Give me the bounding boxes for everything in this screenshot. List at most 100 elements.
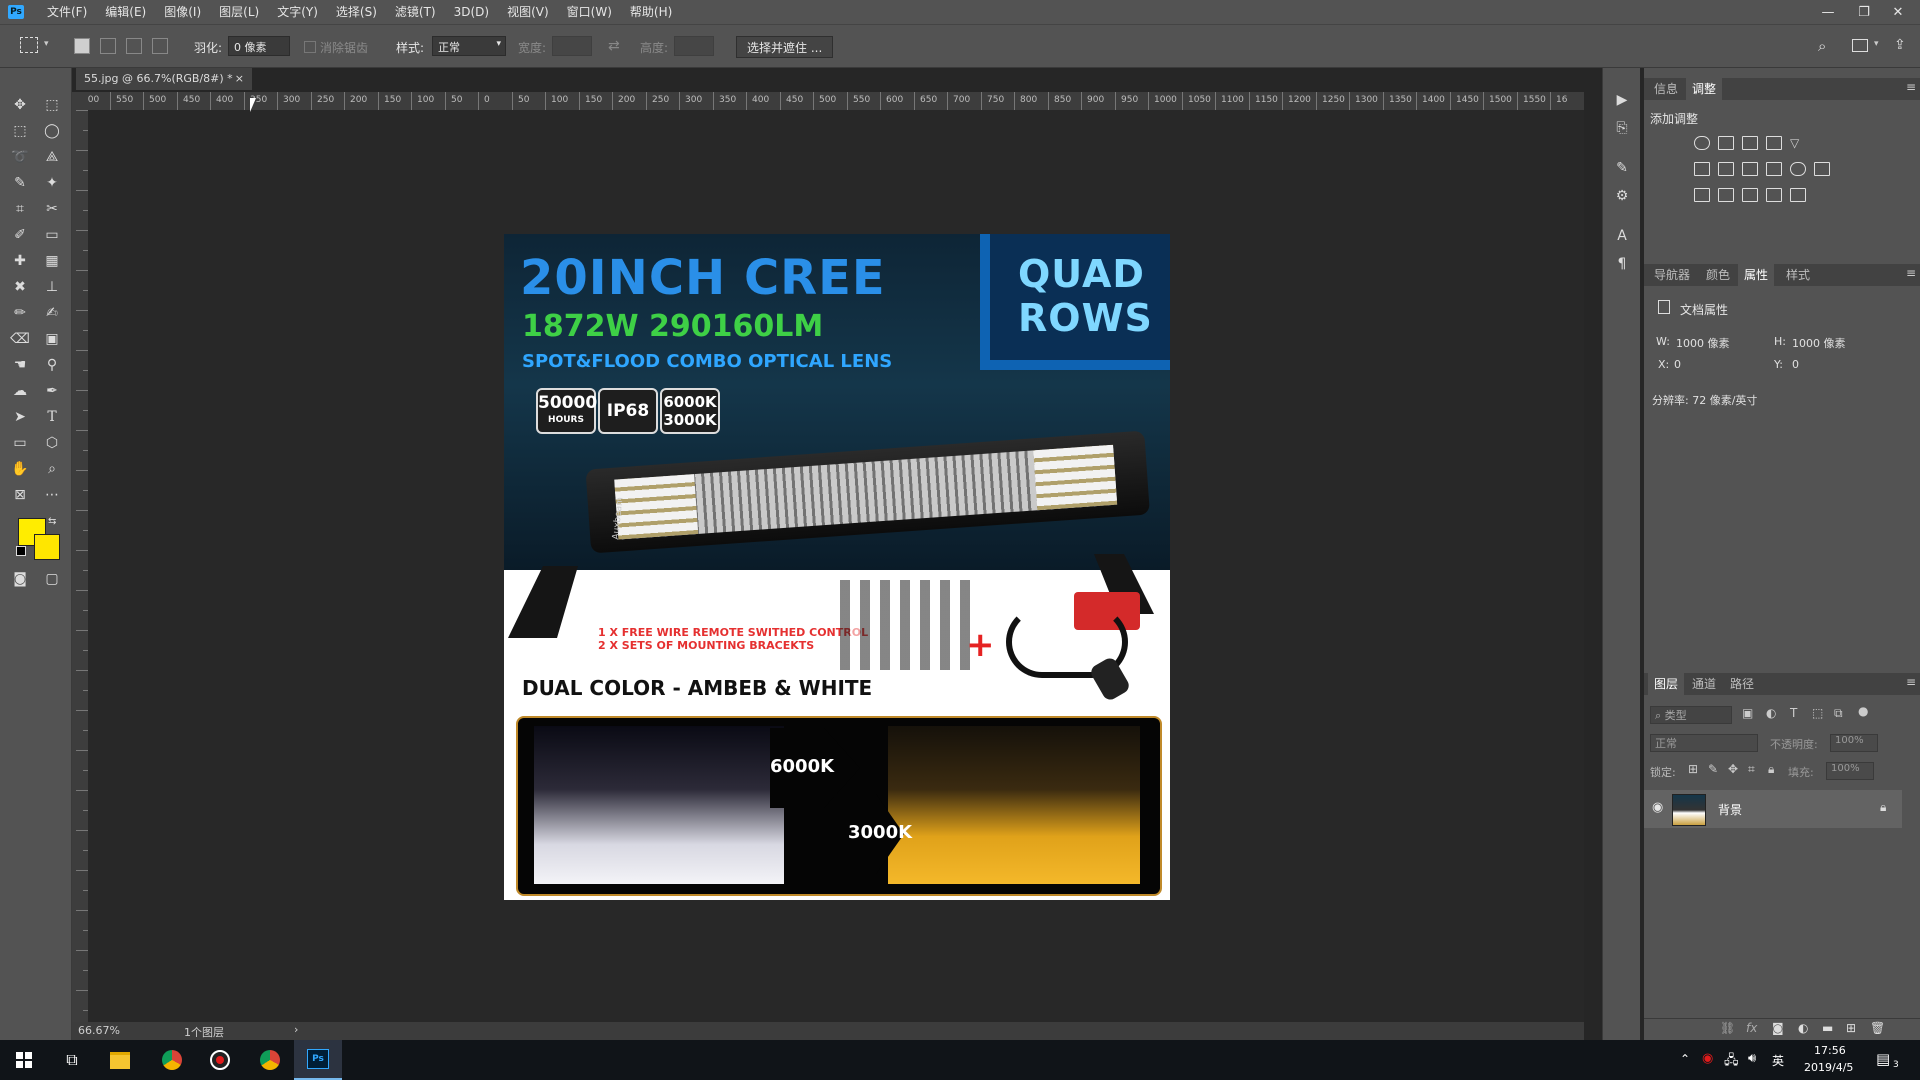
history-icon[interactable]: ⎘ [1612, 118, 1632, 138]
filter-type-icon[interactable]: T [1790, 706, 1797, 720]
horizontal-ruler[interactable]: 600 550 500 450 400 350 300 250 200 150 100 50 0 50 10… [76, 92, 1584, 110]
chrome-icon[interactable] [148, 1040, 196, 1080]
curves-icon[interactable] [1742, 136, 1758, 150]
add-mask-icon[interactable]: ◙ [1772, 1021, 1784, 1035]
color-lookup-icon[interactable] [1814, 162, 1830, 176]
healing-brush-icon[interactable]: ✚ [8, 250, 32, 272]
share-icon[interactable]: ⇪ [1894, 37, 1906, 53]
tab-navigator[interactable]: 导航器 [1648, 264, 1696, 286]
hue-saturation-icon[interactable] [1694, 162, 1710, 176]
quick-mask-icon[interactable]: ◙ [8, 568, 32, 590]
width-input[interactable] [552, 36, 592, 56]
tab-info[interactable]: 信息 [1648, 78, 1684, 100]
brightness-icon[interactable] [1694, 136, 1710, 150]
tab-paths[interactable]: 路径 [1724, 673, 1760, 695]
show-hidden-icons[interactable]: ⌃ [1680, 1052, 1690, 1066]
brushes-icon[interactable]: ⚙ [1612, 186, 1632, 206]
levels-icon[interactable] [1718, 136, 1734, 150]
style-select[interactable]: 正常 ▾ [432, 36, 506, 56]
swap-icon[interactable]: ⇄ [608, 38, 620, 54]
input-method[interactable]: 英 [1772, 1052, 1784, 1069]
play-actions-icon[interactable]: ▶ [1612, 90, 1632, 110]
move-tool-icon[interactable]: ✥ [8, 94, 32, 116]
swap-colors-icon[interactable]: ⇆ [48, 516, 56, 527]
y-prop-value[interactable]: 0 [1792, 358, 1799, 371]
chevron-down-icon[interactable]: ▾ [44, 39, 49, 49]
tab-properties[interactable]: 属性 [1738, 264, 1775, 286]
intersect-selection-icon[interactable] [152, 38, 168, 54]
lock-artboard-icon[interactable]: ⌗ [1748, 762, 1755, 777]
new-adjustment-layer-icon[interactable]: ◐ [1798, 1021, 1808, 1035]
notification-center-icon[interactable]: ▤ [1876, 1050, 1890, 1068]
polygonal-lasso-icon[interactable]: ⟁ [40, 146, 64, 168]
magic-wand-icon[interactable]: ✦ [40, 172, 64, 194]
threshold-icon[interactable] [1742, 188, 1758, 202]
panel-menu-icon[interactable]: ≡ [1906, 675, 1916, 689]
delete-layer-icon[interactable]: 🗑︎ [1870, 1021, 1885, 1035]
gradient-icon[interactable]: ▣ [40, 328, 64, 350]
dodge-icon[interactable]: ⚲ [40, 354, 64, 376]
screen-mode-icon[interactable]: ▢ [40, 568, 64, 590]
crop-icon[interactable]: ⌗ [8, 198, 32, 220]
menu-window[interactable]: 窗口(W) [558, 0, 621, 24]
smudge-icon[interactable]: ☚ [8, 354, 32, 376]
chrome-2-icon[interactable] [246, 1040, 294, 1080]
menu-edit[interactable]: 编辑(E) [96, 0, 155, 24]
rectangular-marquee-icon[interactable]: ⬚ [8, 120, 32, 142]
feather-input[interactable]: 0 像素 [228, 36, 290, 56]
filter-pixel-icon[interactable]: ▣ [1742, 706, 1753, 720]
panel-menu-icon[interactable]: ≡ [1906, 266, 1916, 280]
hand-tool-icon[interactable]: ✋ [8, 458, 32, 480]
close-window-button[interactable]: ✕ [1880, 0, 1916, 24]
character-icon[interactable]: A [1612, 226, 1632, 246]
menu-3d[interactable]: 3D(D) [445, 0, 498, 24]
workspace-icon[interactable] [1852, 39, 1868, 52]
quick-selection-icon[interactable]: ✎ [8, 172, 32, 194]
tab-adjustments[interactable]: 调整 [1686, 78, 1723, 100]
height-prop-value[interactable]: 1000 像素 [1792, 335, 1846, 351]
tab-color[interactable]: 颜色 [1700, 264, 1736, 286]
filter-smart-icon[interactable]: ⧉ [1834, 706, 1843, 721]
menu-layer[interactable]: 图层(L) [210, 0, 268, 24]
new-selection-icon[interactable] [74, 38, 90, 54]
task-view-icon[interactable]: ⧉ [48, 1040, 96, 1080]
lock-position-icon[interactable]: ✥ [1728, 762, 1738, 776]
panel-menu-icon[interactable]: ≡ [1906, 80, 1916, 94]
start-button[interactable] [0, 1040, 48, 1080]
eyedropper-icon[interactable]: ✐ [8, 224, 32, 246]
minimize-button[interactable]: — [1810, 0, 1846, 24]
add-selection-icon[interactable] [100, 38, 116, 54]
tab-channels[interactable]: 通道 [1686, 673, 1722, 695]
pen-icon[interactable]: ✒ [40, 380, 64, 402]
file-explorer-icon[interactable] [96, 1040, 144, 1080]
blend-mode-select[interactable]: 正常 [1650, 734, 1758, 752]
patch-icon[interactable]: ▦ [40, 250, 64, 272]
lock-all-icon[interactable]: 🔒︎ [1768, 762, 1774, 777]
fill-input[interactable]: 100% [1826, 762, 1874, 780]
clock-time[interactable]: 17:56 [1814, 1044, 1846, 1057]
new-group-icon[interactable]: ▬ [1822, 1021, 1833, 1035]
slice-icon[interactable]: ✂ [40, 198, 64, 220]
menu-view[interactable]: 视图(V) [498, 0, 558, 24]
posterize-icon[interactable] [1718, 188, 1734, 202]
ruler-icon[interactable]: ▭ [40, 224, 64, 246]
selective-color-icon[interactable] [1790, 188, 1806, 202]
photo-filter-icon[interactable] [1766, 162, 1782, 176]
path-selection-icon[interactable]: ➤ [8, 406, 32, 428]
menu-image[interactable]: 图像(I) [155, 0, 210, 24]
height-input[interactable] [674, 36, 714, 56]
tab-styles[interactable]: 样式 [1780, 264, 1816, 286]
photoshop-taskbar-icon[interactable]: Ps [294, 1040, 342, 1080]
channel-mixer-icon[interactable] [1790, 162, 1806, 176]
network-icon[interactable]: 🖧︎ [1724, 1051, 1739, 1073]
layer-name[interactable]: 背景 [1718, 801, 1742, 818]
gradient-map-icon[interactable] [1766, 188, 1782, 202]
tab-layers[interactable]: 图层 [1648, 673, 1685, 695]
type-tool-icon[interactable]: T [40, 406, 64, 428]
filter-toggle-icon[interactable]: ● [1858, 704, 1868, 718]
background-color-swatch[interactable] [34, 534, 60, 560]
zoom-tool-icon[interactable]: ⌕ [40, 458, 64, 480]
volume-icon[interactable]: 🔊︎ [1748, 1051, 1756, 1066]
eraser-icon[interactable]: ⌫ [8, 328, 32, 350]
stamp-icon[interactable]: ⊥ [40, 276, 64, 298]
